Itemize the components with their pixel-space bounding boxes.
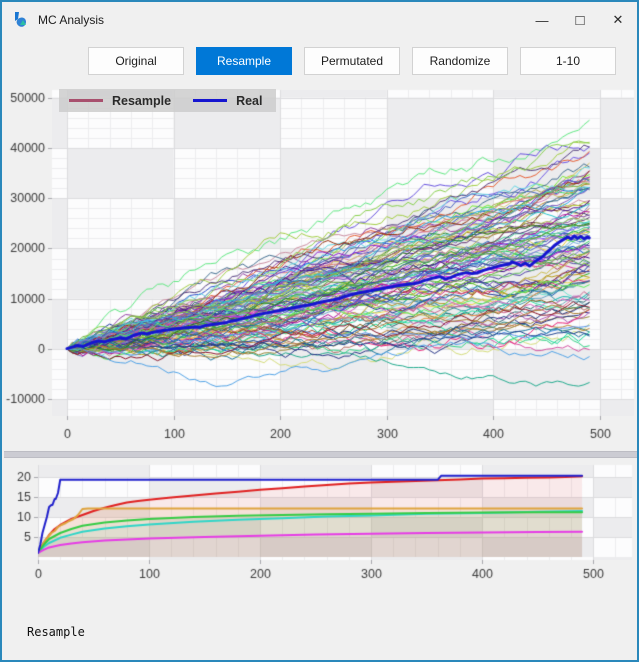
tab-resample[interactable]: Resample — [196, 47, 292, 75]
consecutive-stats-chart[interactable] — [4, 458, 639, 592]
view-tabs: Original Resample Permutated Randomize 1… — [88, 47, 616, 75]
legend-label-resample: Resample — [112, 94, 171, 108]
real-line-swatch — [193, 99, 227, 102]
legend-item-resample: Resample — [69, 94, 171, 108]
equity-curves-chart[interactable] — [4, 80, 639, 450]
app-icon — [11, 10, 31, 30]
tab-original[interactable]: Original — [88, 47, 184, 75]
window-controls: — □ ✕ — [523, 2, 637, 38]
tab-permutated[interactable]: Permutated — [304, 47, 400, 75]
close-button[interactable]: ✕ — [599, 2, 637, 38]
resample-line-swatch — [69, 99, 103, 102]
tab-randomize[interactable]: Randomize — [412, 47, 508, 75]
titlebar[interactable]: MC Analysis — □ ✕ — [2, 2, 637, 38]
maximize-button[interactable]: □ — [561, 2, 599, 38]
chart-legend: Resample Real — [59, 89, 276, 112]
chart-splitter-handle[interactable] — [4, 451, 639, 458]
legend-label-real: Real — [236, 94, 262, 108]
window-title: MC Analysis — [38, 13, 104, 27]
mc-analysis-window: MC Analysis — □ ✕ Original Resample Perm… — [0, 0, 639, 662]
legend-item-real: Real — [193, 94, 262, 108]
minimize-button[interactable]: — — [523, 2, 561, 38]
stats-header: Resample — [27, 626, 619, 640]
stats-panel: Resample Best Drawdown:USD 1793.00Avg Ma… — [27, 598, 619, 662]
tab-1-10[interactable]: 1-10 — [520, 47, 616, 75]
